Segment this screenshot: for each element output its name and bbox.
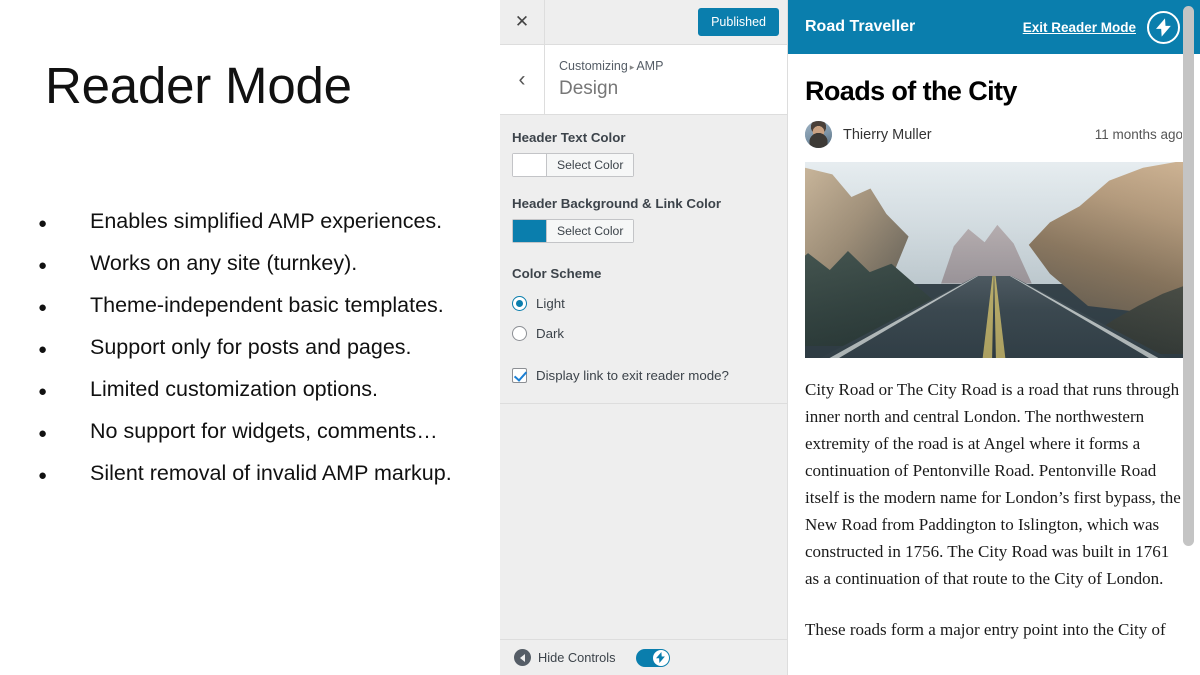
amp-preview-toggle[interactable] (635, 648, 670, 667)
article-body: City Road or The City Road is a road tha… (805, 376, 1183, 643)
header-text-color-picker[interactable]: Select Color (512, 153, 635, 177)
customizer-footer: Hide Controls (500, 639, 787, 675)
radio-icon[interactable] (512, 295, 527, 311)
control-header-text-color: Header Text Color Select Color (512, 129, 775, 181)
list-item-label: Theme-independent basic templates. (90, 293, 444, 317)
control-header-bg-link-color: Header Background & Link Color Select Co… (512, 195, 775, 247)
breadcrumb-current: AMP (636, 59, 664, 73)
post-date: 11 months ago (1094, 127, 1183, 142)
color-swatch (513, 220, 547, 242)
radio-option-dark[interactable]: Dark (512, 318, 775, 348)
article: Roads of the City Thierry Muller 11 mont… (788, 75, 1200, 643)
amp-bolt-icon (1147, 10, 1180, 44)
customizer-panel: ✕ Published ‹ Customizing ▸ AMP Design Hea… (500, 0, 788, 675)
close-icon[interactable]: ✕ (500, 0, 545, 44)
list-item-label: Support only for posts and pages. (90, 335, 412, 359)
header-bg-link-color-label: Header Background & Link Color (512, 196, 722, 211)
radio-option-light[interactable]: Light (512, 288, 775, 318)
hide-controls-label: Hide Controls (538, 650, 616, 665)
bullet-marker-icon: ● (38, 467, 48, 484)
color-swatch (513, 154, 547, 176)
header-text-color-label: Header Text Color (512, 130, 626, 145)
panel-title: Design (559, 78, 619, 99)
radio-label: Dark (536, 325, 565, 341)
list-item: ● Support only for posts and pages. (38, 326, 493, 368)
header-bg-link-color-picker[interactable]: Select Color (512, 219, 635, 243)
bullet-marker-icon: ● (38, 257, 48, 274)
customizer-controls: Header Text Color Select Color Header Ba… (500, 115, 787, 383)
list-item: ● Theme-independent basic templates. (38, 284, 493, 326)
amp-bolt-icon (652, 649, 669, 666)
featured-image (805, 162, 1183, 358)
list-item-label: Works on any site (turnkey). (90, 251, 358, 275)
breadcrumb: Customizing ▸ AMP Design (545, 58, 663, 101)
select-color-button[interactable]: Select Color (547, 154, 634, 176)
customizer-body: Header Text Color Select Color Header Ba… (500, 115, 787, 639)
presentation-slide: Reader Mode ● Enables simplified AMP exp… (0, 0, 500, 675)
radio-label: Light (536, 295, 565, 311)
radio-icon[interactable] (512, 325, 527, 341)
color-scheme-label: Color Scheme (512, 266, 602, 281)
control-color-scheme: Color Scheme Light Dark (512, 265, 775, 348)
bullet-marker-icon: ● (38, 341, 48, 358)
amp-site-header: Road Traveller Exit Reader Mode (788, 0, 1200, 54)
screenshot-root: Reader Mode ● Enables simplified AMP exp… (0, 0, 1200, 675)
list-item-label: No support for widgets, comments… (90, 419, 438, 443)
site-title: Road Traveller (805, 18, 916, 35)
author-name: Thierry Muller (843, 126, 932, 143)
list-item: ● Enables simplified AMP experiences. (38, 200, 493, 242)
exit-reader-mode-link[interactable]: Exit Reader Mode (1023, 20, 1136, 35)
bullet-marker-icon: ● (38, 215, 48, 232)
list-item-label: Limited customization options. (90, 377, 379, 401)
list-item: ● Limited customization options. (38, 368, 493, 410)
bullet-marker-icon: ● (38, 383, 48, 400)
collapse-arrow-icon (514, 649, 531, 666)
customizer-section-header: ‹ Customizing ▸ AMP Design (500, 45, 787, 115)
list-item: ● Works on any site (turnkey). (38, 242, 493, 284)
list-item: ● Silent removal of invalid AMP markup. (38, 452, 493, 494)
bullet-marker-icon: ● (38, 425, 48, 442)
list-item-label: Enables simplified AMP experiences. (90, 209, 443, 233)
article-paragraph: City Road or The City Road is a road tha… (805, 380, 1181, 588)
back-chevron-icon[interactable]: ‹ (500, 45, 545, 114)
checkbox-icon[interactable] (512, 368, 527, 383)
article-title: Roads of the City (805, 76, 1017, 106)
amp-preview: Road Traveller Exit Reader Mode Roads of… (788, 0, 1200, 675)
list-item-label: Silent removal of invalid AMP markup. (90, 461, 452, 485)
publish-button[interactable]: Published (698, 8, 779, 36)
article-paragraph: These roads form a major entry point int… (805, 620, 1166, 639)
select-color-button[interactable]: Select Color (547, 220, 634, 242)
list-item: ● No support for widgets, comments… (38, 410, 493, 452)
bullet-marker-icon: ● (38, 299, 48, 316)
breadcrumb-trail: Customizing ▸ AMP (559, 58, 663, 76)
breadcrumb-root: Customizing (559, 59, 628, 73)
control-exit-link-checkbox[interactable]: Display link to exit reader mode? (512, 368, 775, 383)
page-title: Reader Mode (45, 57, 352, 114)
article-byline: Thierry Muller 11 months ago (805, 121, 1183, 148)
preview-scrollbar[interactable] (1183, 6, 1194, 546)
customizer-topbar: ✕ Published (500, 0, 787, 45)
section-divider (500, 403, 787, 404)
bullet-list: ● Enables simplified AMP experiences. ● … (38, 200, 493, 494)
hide-controls-button[interactable]: Hide Controls (514, 649, 616, 666)
checkbox-label: Display link to exit reader mode? (536, 368, 729, 383)
avatar (805, 121, 832, 148)
